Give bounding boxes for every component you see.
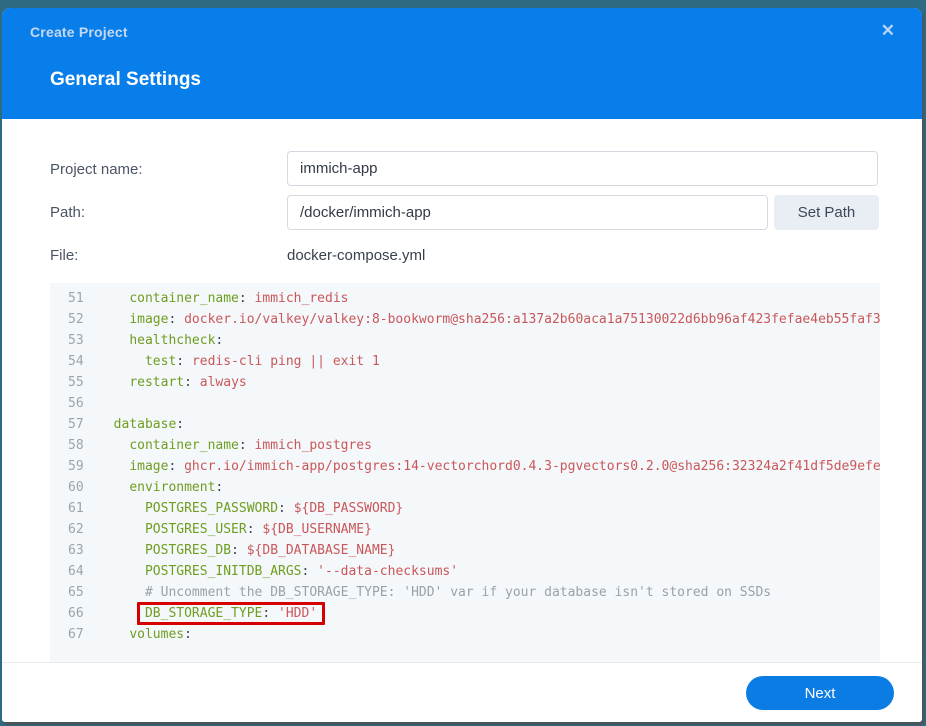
- project-name-input[interactable]: [287, 151, 878, 186]
- code-line: 66 DB_STORAGE_TYPE: 'HDD': [50, 602, 880, 625]
- code-line: 67 volumes:: [50, 624, 880, 645]
- code-line: 51 container_name: immich_redis: [50, 288, 880, 309]
- line-number: 63: [68, 543, 84, 558]
- code-line: 59 image: ghcr.io/immich-app/postgres:14…: [50, 456, 880, 477]
- dialog-header: Create Project ✕ General Settings: [2, 8, 922, 119]
- dialog-footer: Next: [2, 662, 922, 722]
- line-number: 52: [68, 312, 84, 327]
- code-line: 60 environment:: [50, 477, 880, 498]
- line-number: 51: [68, 291, 84, 306]
- file-value: docker-compose.yml: [287, 247, 426, 264]
- line-number: 58: [68, 438, 84, 453]
- highlight-box: DB_STORAGE_TYPE: 'HDD': [136, 602, 326, 625]
- code-line: 56: [50, 393, 880, 414]
- code-line: 62 POSTGRES_USER: ${DB_USERNAME}: [50, 519, 880, 540]
- code-line: 63 POSTGRES_DB: ${DB_DATABASE_NAME}: [50, 540, 880, 561]
- path-label: Path:: [50, 204, 86, 221]
- window-title: Create Project: [30, 24, 128, 40]
- code-line: 61 POSTGRES_PASSWORD: ${DB_PASSWORD}: [50, 498, 880, 519]
- close-icon[interactable]: ✕: [879, 20, 897, 41]
- create-project-dialog: Create Project ✕ General Settings Projec…: [2, 8, 922, 722]
- compose-code-editor[interactable]: 51 container_name: immich_redis 52 image:…: [50, 283, 880, 662]
- code-line: 55 restart: always: [50, 372, 880, 393]
- code-line: 64 POSTGRES_INITDB_ARGS: '--data-checksu…: [50, 561, 880, 582]
- set-path-button[interactable]: Set Path: [774, 195, 879, 230]
- code-line: 53 healthcheck:: [50, 330, 880, 351]
- line-number: 54: [68, 354, 84, 369]
- code-line: 65 # Uncomment the DB_STORAGE_TYPE: 'HDD…: [50, 582, 880, 603]
- code-lines: 51 container_name: immich_redis 52 image:…: [50, 288, 880, 645]
- line-number: 65: [68, 585, 84, 600]
- line-number: 67: [68, 627, 84, 642]
- line-number: 62: [68, 522, 84, 537]
- line-number: 64: [68, 564, 84, 579]
- code-line: 57 database:: [50, 414, 880, 435]
- next-button[interactable]: Next: [746, 676, 894, 710]
- line-number: 60: [68, 480, 84, 495]
- code-line: 58 container_name: immich_postgres: [50, 435, 880, 456]
- line-number: 55: [68, 375, 84, 390]
- line-number: 59: [68, 459, 84, 474]
- code-line: 52 image: docker.io/valkey/valkey:8-book…: [50, 309, 880, 330]
- line-number: 66: [68, 606, 84, 621]
- file-label: File:: [50, 247, 79, 264]
- page-title: General Settings: [50, 69, 201, 90]
- code-line: 54 test: redis-cli ping || exit 1: [50, 351, 880, 372]
- line-number: 61: [68, 501, 84, 516]
- line-number: 53: [68, 333, 84, 348]
- line-number: 57: [68, 417, 84, 432]
- line-number: 56: [68, 396, 84, 411]
- path-input[interactable]: [287, 195, 768, 230]
- project-name-label: Project name:: [50, 161, 143, 178]
